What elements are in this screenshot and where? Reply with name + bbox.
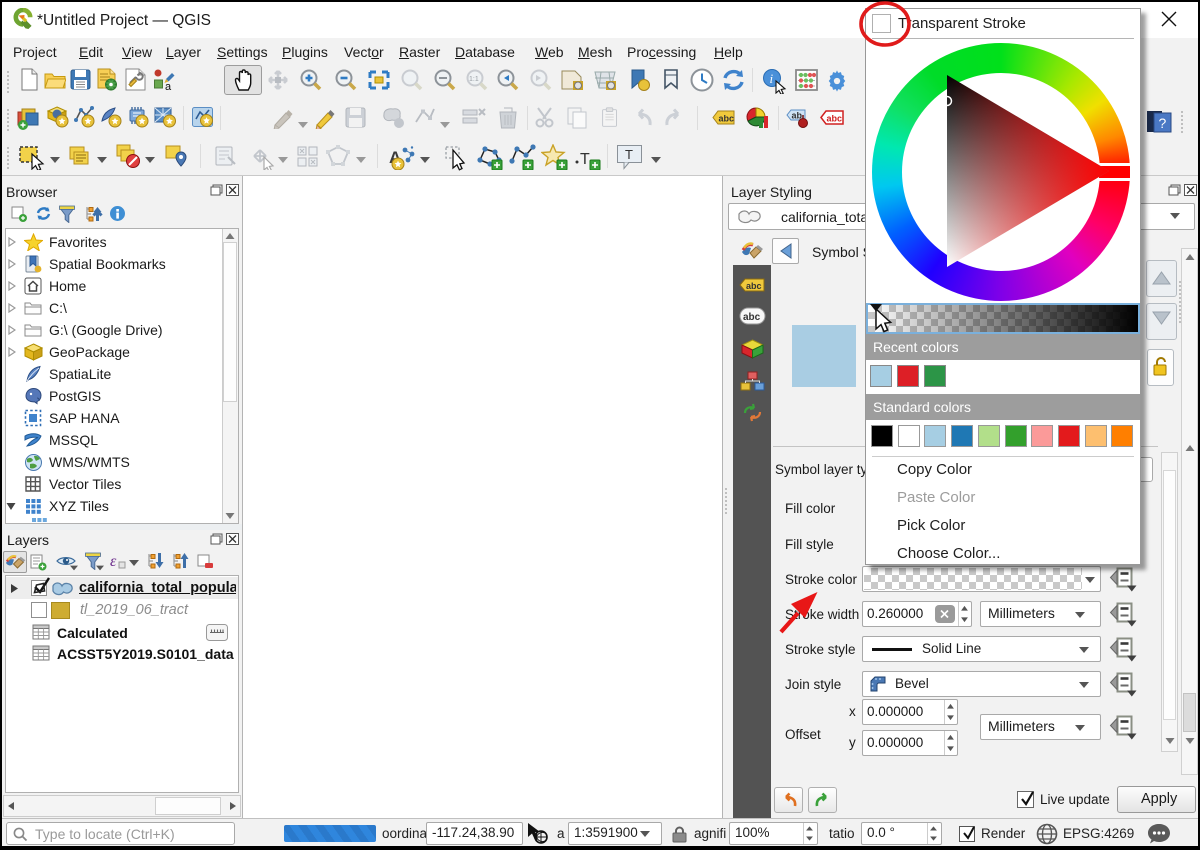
svg-text:abc: abc (827, 114, 843, 124)
svg-text:abc: abc (746, 281, 762, 291)
svg-text:?: ? (1159, 115, 1167, 131)
svg-text:T: T (625, 147, 633, 162)
svg-text:a: a (165, 81, 172, 91)
svg-text:T: T (580, 151, 590, 168)
svg-text:ε: ε (110, 553, 117, 570)
svg-text:abc: abc (743, 312, 761, 323)
svg-text:1:1: 1:1 (469, 76, 479, 83)
svg-text:abc: abc (719, 114, 735, 124)
svg-text:i: i (770, 71, 774, 86)
